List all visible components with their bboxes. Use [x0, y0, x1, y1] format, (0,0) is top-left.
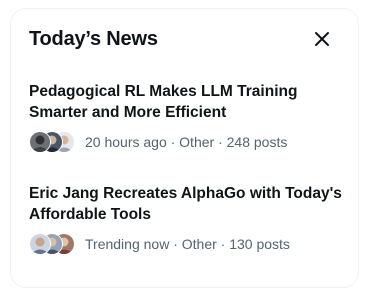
news-story[interactable]: Eric Jang Recreates AlphaGo with Today's… — [29, 183, 344, 256]
story-headline[interactable]: Eric Jang Recreates AlphaGo with Today's… — [29, 183, 344, 225]
avatar — [29, 233, 51, 255]
close-icon[interactable] — [312, 29, 332, 49]
avatar-stack — [29, 130, 79, 154]
todays-news-card: Today’s News Pedagogical RL Makes LLM Tr… — [10, 8, 359, 288]
avatar-stack — [29, 232, 79, 256]
news-story[interactable]: Pedagogical RL Makes LLM Training Smarte… — [29, 81, 344, 154]
card-title: Today’s News — [29, 28, 158, 50]
story-meta: 20 hours ago · Other · 248 posts — [85, 134, 288, 150]
card-header: Today’s News — [29, 25, 340, 53]
story-headline[interactable]: Pedagogical RL Makes LLM Training Smarte… — [29, 81, 344, 123]
story-meta-row: 20 hours ago · Other · 248 posts — [29, 130, 344, 154]
story-meta-row: Trending now · Other · 130 posts — [29, 232, 344, 256]
story-meta: Trending now · Other · 130 posts — [85, 236, 290, 252]
avatar — [29, 131, 51, 153]
